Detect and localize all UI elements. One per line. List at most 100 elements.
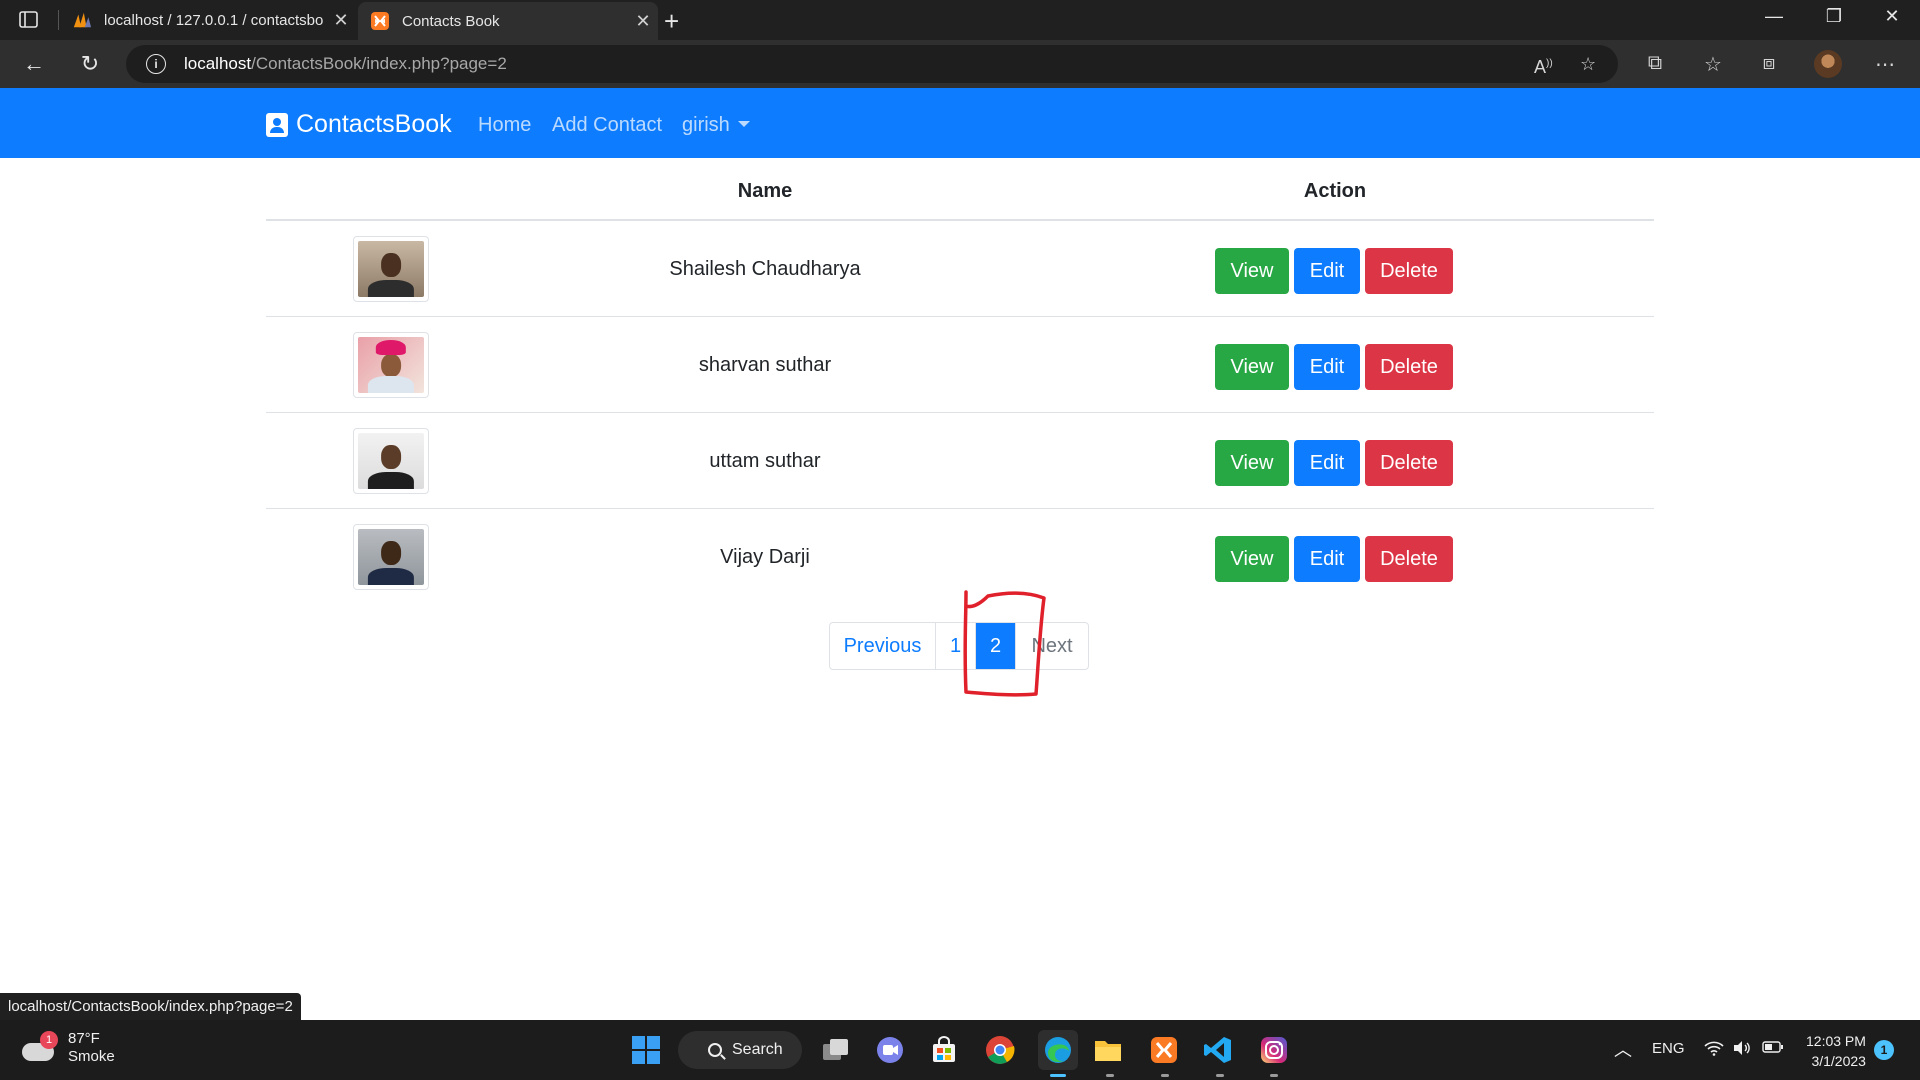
contact-book-icon <box>266 112 288 137</box>
delete-button[interactable]: Delete <box>1365 344 1453 390</box>
running-indicator <box>1106 1074 1114 1077</box>
contact-name: uttam suthar <box>709 450 821 472</box>
microsoft-store-icon[interactable] <box>928 1034 960 1066</box>
clock-time: 12:03 PM <box>1806 1033 1866 1049</box>
edit-button[interactable]: Edit <box>1294 536 1360 582</box>
search-icon <box>708 1043 722 1057</box>
contact-name: Shailesh Chaudharya <box>669 258 861 280</box>
contact-name: sharvan suthar <box>698 354 832 376</box>
browser-tab-bar: localhost / 127.0.0.1 / contactsbo ✕ ꟷ C… <box>0 0 1920 40</box>
new-tab-icon[interactable]: + <box>664 6 679 37</box>
cloud-icon: 1 <box>22 1031 58 1061</box>
view-button[interactable]: View <box>1215 536 1289 582</box>
url-host: localhost <box>184 54 252 73</box>
tab-title: Contacts Book <box>402 12 500 30</box>
delete-button[interactable]: Delete <box>1365 440 1453 486</box>
show-hidden-icons[interactable]: ︿ <box>1614 1036 1632 1062</box>
instagram-icon[interactable] <box>1258 1034 1290 1066</box>
tab-title: localhost / 127.0.0.1 / contactsbo <box>104 11 324 29</box>
restore-icon[interactable]: ❐ <box>1806 6 1862 27</box>
edit-button[interactable]: Edit <box>1294 344 1360 390</box>
contact-photo <box>353 236 429 302</box>
start-windows-icon[interactable] <box>630 1034 662 1066</box>
tab-phpmyadmin[interactable]: localhost / 127.0.0.1 / contactsbo ✕ <box>60 0 356 40</box>
active-indicator <box>1050 1074 1066 1077</box>
nav-home-link[interactable]: Home <box>478 114 531 137</box>
notification-badge[interactable]: 1 <box>1874 1040 1894 1060</box>
view-button[interactable]: View <box>1215 344 1289 390</box>
running-indicator <box>1270 1074 1278 1077</box>
task-view-icon[interactable] <box>820 1034 852 1066</box>
refresh-icon[interactable]: ↻ <box>76 50 104 78</box>
site-info-icon[interactable]: i <box>146 54 166 74</box>
edit-button[interactable]: Edit <box>1294 248 1360 294</box>
weather-widget[interactable]: 1 87°F Smoke <box>22 1030 115 1066</box>
vscode-icon[interactable] <box>1202 1034 1234 1066</box>
table-header: Name Action <box>266 158 1654 221</box>
tab-actions-icon[interactable] <box>18 10 40 30</box>
tab-contacts-book[interactable]: ꟷ Contacts Book ✕ <box>358 2 658 40</box>
view-button[interactable]: View <box>1215 248 1289 294</box>
clock-date: 3/1/2023 <box>1811 1053 1866 1069</box>
weather-badge: 1 <box>40 1031 58 1049</box>
brand-link[interactable]: ContactsBook <box>266 110 452 139</box>
language-indicator[interactable]: ENG <box>1652 1040 1685 1057</box>
delete-button[interactable]: Delete <box>1365 248 1453 294</box>
chrome-icon[interactable] <box>984 1034 1016 1066</box>
back-icon[interactable]: ← <box>20 50 48 78</box>
taskbar-search[interactable]: Search <box>678 1031 802 1069</box>
table-row: Shailesh Chaudharya View Edit Delete <box>266 221 1654 317</box>
close-window-icon[interactable]: ✕ <box>1864 6 1920 27</box>
xampp-taskbar-icon[interactable] <box>1148 1034 1180 1066</box>
contacts-table: Name Action Shailesh Chaudharya View Edi… <box>266 158 1654 605</box>
search-label: Search <box>732 1041 783 1058</box>
contact-photo <box>353 428 429 494</box>
url-path: /ContactsBook/index.php?page=2 <box>251 54 507 73</box>
read-aloud-icon[interactable]: A)) <box>1534 45 1553 83</box>
file-explorer-icon[interactable] <box>1092 1034 1124 1066</box>
column-header-action: Action <box>1303 180 1367 202</box>
contact-name: Vijay Darji <box>720 546 810 568</box>
user-name: girish <box>682 114 730 136</box>
tab-separator <box>58 10 59 30</box>
edge-icon[interactable] <box>1038 1030 1078 1070</box>
phpmyadmin-icon <box>72 10 92 30</box>
running-indicator <box>1216 1074 1224 1077</box>
close-tab-icon[interactable]: ✕ <box>326 10 356 31</box>
favorite-icon[interactable]: ☆ <box>1580 45 1596 83</box>
table-row: sharvan suthar View Edit Delete <box>266 317 1654 413</box>
weather-temp: 87°F <box>68 1030 100 1047</box>
nav-add-contact-link[interactable]: Add Contact <box>552 114 662 137</box>
running-indicator <box>1161 1074 1169 1077</box>
windows-taskbar: 1 87°F Smoke Search ︿ ENG 12:03 PM 3/1/2… <box>0 1020 1920 1080</box>
close-tab-icon[interactable]: ✕ <box>628 11 658 32</box>
edit-button[interactable]: Edit <box>1294 440 1360 486</box>
view-button[interactable]: View <box>1215 440 1289 486</box>
weather-desc: Smoke <box>68 1048 115 1065</box>
app-navbar: ContactsBook Home Add Contact girish <box>0 88 1920 158</box>
contact-photo <box>353 524 429 590</box>
xampp-icon: ꟷ <box>370 11 390 31</box>
contact-photo <box>353 332 429 398</box>
column-header-name: Name <box>737 180 793 202</box>
favorites-icon[interactable]: ☆ <box>1700 52 1726 77</box>
previous-page-link[interactable]: Previous <box>830 623 936 669</box>
caret-down-icon <box>737 121 750 127</box>
address-bar[interactable]: i localhost/ContactsBook/index.php?page=… <box>126 45 1618 83</box>
minimize-icon[interactable]: — <box>1746 6 1802 27</box>
system-clock[interactable]: 12:03 PM 3/1/2023 <box>1806 1031 1866 1071</box>
delete-button[interactable]: Delete <box>1365 536 1453 582</box>
wifi-icon[interactable] <box>1704 1040 1724 1060</box>
more-options-icon[interactable]: ⋯ <box>1872 52 1898 77</box>
brand-text: ContactsBook <box>296 110 452 138</box>
volume-icon[interactable] <box>1732 1040 1752 1060</box>
link-status-bar: localhost/ContactsBook/index.php?page=2 <box>0 993 301 1020</box>
user-dropdown[interactable]: girish <box>682 114 750 137</box>
battery-icon[interactable] <box>1762 1040 1784 1058</box>
red-annotation-mark <box>963 590 1046 697</box>
profile-avatar[interactable] <box>1814 50 1842 78</box>
address-toolbar: ← ↻ i localhost/ContactsBook/index.php?p… <box>0 40 1920 88</box>
teams-chat-icon[interactable] <box>874 1034 906 1066</box>
collections-icon[interactable]: ⧈ <box>1756 52 1782 75</box>
extensions-icon[interactable]: ⧉ <box>1642 52 1668 75</box>
